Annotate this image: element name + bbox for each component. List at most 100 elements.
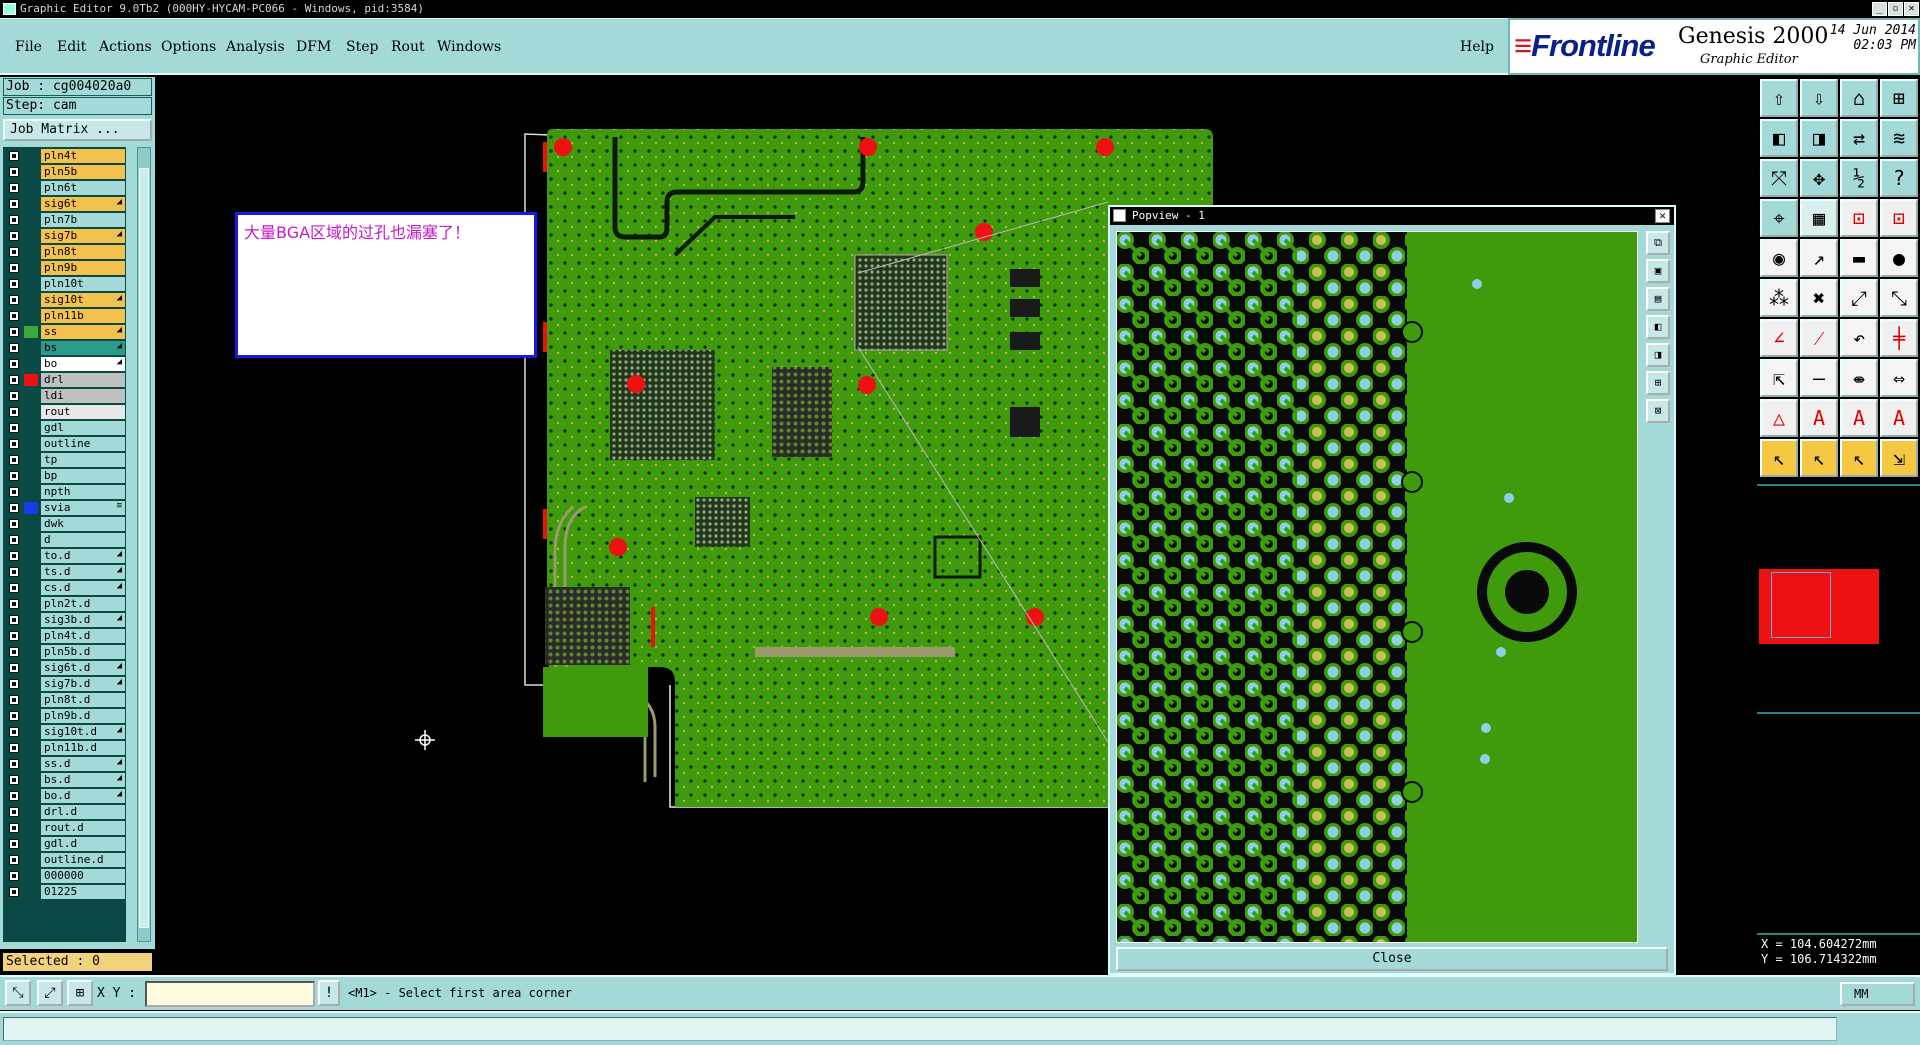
layer-row[interactable]: pln8t.d bbox=[3, 693, 126, 707]
layer-row[interactable]: to.d ◢ bbox=[3, 549, 126, 563]
undo-arc-icon[interactable]: ↶ bbox=[1840, 319, 1878, 357]
layer-row[interactable]: pln2t.d bbox=[3, 597, 126, 611]
layer-row[interactable]: sig10t.d ◢ bbox=[3, 725, 126, 739]
layer-name[interactable]: pln4t.d bbox=[41, 629, 125, 643]
layer-checkbox[interactable] bbox=[9, 439, 19, 449]
layer-name[interactable]: pln8t bbox=[41, 245, 125, 259]
layer-checkbox[interactable] bbox=[9, 359, 19, 369]
layer-name[interactable]: sig7b bbox=[41, 229, 125, 243]
layer-row[interactable]: bs ◢ bbox=[3, 341, 126, 355]
popview-tool-6[interactable]: ⊞ bbox=[1646, 371, 1670, 395]
scrollbar-thumb[interactable] bbox=[139, 168, 149, 928]
layer-checkbox[interactable] bbox=[9, 247, 19, 257]
layer-checkbox[interactable] bbox=[9, 423, 19, 433]
slash-icon[interactable]: ⁄ bbox=[1800, 319, 1838, 357]
zoom-center-icon[interactable]: ✥ bbox=[1800, 159, 1838, 197]
layer-color-swatch[interactable] bbox=[24, 726, 38, 738]
layer-color-swatch[interactable] bbox=[24, 214, 38, 226]
download-icon[interactable]: ⇩ bbox=[1800, 79, 1838, 117]
layer-name[interactable]: bs bbox=[41, 341, 125, 355]
layer-row[interactable]: pln9b bbox=[3, 261, 126, 275]
layer-checkbox[interactable] bbox=[9, 583, 19, 593]
layer-row[interactable]: pln8t bbox=[3, 245, 126, 259]
layer-row[interactable]: pln5b.d bbox=[3, 645, 126, 659]
split-icon[interactable]: ╪ bbox=[1880, 319, 1918, 357]
layer-checkbox[interactable] bbox=[9, 727, 19, 737]
layer-name[interactable]: 01225 bbox=[41, 885, 125, 899]
layer-checkbox[interactable] bbox=[9, 599, 19, 609]
layer-row[interactable]: sig7b.d ◢ bbox=[3, 677, 126, 691]
layer-color-swatch[interactable] bbox=[24, 822, 38, 834]
layer-row[interactable]: sig3b.d ◢ bbox=[3, 613, 126, 627]
layer-name[interactable]: sig10t.d bbox=[41, 725, 125, 739]
layer-checkbox[interactable] bbox=[9, 663, 19, 673]
connect-icon[interactable]: ⤢ bbox=[1840, 279, 1878, 317]
layer-color-swatch[interactable] bbox=[24, 470, 38, 482]
text-a3-icon[interactable]: A bbox=[1880, 399, 1918, 437]
maximize-button[interactable]: ▫ bbox=[1888, 2, 1903, 16]
layer-row[interactable]: cs.d ◢ bbox=[3, 581, 126, 595]
layer-checkbox[interactable] bbox=[9, 311, 19, 321]
layer-row[interactable]: ss.d ◢ bbox=[3, 757, 126, 771]
mirror-icon[interactable]: ⇄ bbox=[1840, 119, 1878, 157]
layer-name[interactable]: gdl.d bbox=[41, 837, 125, 851]
layer-row[interactable]: pln4t.d bbox=[3, 629, 126, 643]
layer-name[interactable]: cs.d bbox=[41, 581, 125, 595]
popview-tool-3[interactable]: ▤ bbox=[1646, 287, 1670, 311]
layer-list-scrollbar[interactable] bbox=[137, 147, 151, 942]
layer-row[interactable]: rout bbox=[3, 405, 126, 419]
layer-name[interactable]: bs.d bbox=[41, 773, 125, 787]
layer-row[interactable]: 01225 bbox=[3, 885, 126, 899]
layer-color-swatch[interactable] bbox=[24, 182, 38, 194]
layer-checkbox[interactable] bbox=[9, 167, 19, 177]
menu-edit[interactable]: Edit bbox=[57, 39, 86, 55]
layer-name[interactable]: dwk bbox=[41, 517, 125, 531]
layer-name[interactable]: pln9b.d bbox=[41, 709, 125, 723]
layer-checkbox[interactable] bbox=[9, 263, 19, 273]
xy-input[interactable] bbox=[145, 981, 315, 1007]
layer-row[interactable]: 000000 bbox=[3, 869, 126, 883]
layer-row[interactable]: gdl bbox=[3, 421, 126, 435]
layer-color-swatch[interactable] bbox=[24, 774, 38, 786]
popview-tool-7[interactable]: ⊠ bbox=[1646, 399, 1670, 423]
layer-color-swatch[interactable] bbox=[24, 630, 38, 642]
menu-analysis[interactable]: Analysis bbox=[226, 39, 285, 55]
layer-row[interactable]: gdl.d bbox=[3, 837, 126, 851]
popview-titlebar[interactable]: Popview - 1 ✕ bbox=[1110, 207, 1674, 225]
layer-row[interactable]: d bbox=[3, 533, 126, 547]
layer-row[interactable]: bs.d ◢ bbox=[3, 773, 126, 787]
menu-rout[interactable]: Rout bbox=[391, 39, 425, 55]
layer-row[interactable]: pln7b bbox=[3, 213, 126, 227]
select-icon[interactable]: ↖ bbox=[1760, 439, 1798, 477]
layer-name[interactable]: outline bbox=[41, 437, 125, 451]
layer-name[interactable]: gdl bbox=[41, 421, 125, 435]
layer-checkbox[interactable] bbox=[9, 871, 19, 881]
layer-color-swatch[interactable] bbox=[24, 326, 38, 338]
layer-row[interactable]: drl bbox=[3, 373, 126, 387]
layer-name[interactable]: tp bbox=[41, 453, 125, 467]
layer-name[interactable]: npth bbox=[41, 485, 125, 499]
triangle-icon[interactable]: △ bbox=[1760, 399, 1798, 437]
link-icon[interactable]: ⤡ bbox=[1880, 279, 1918, 317]
layer-name[interactable]: ts.d bbox=[41, 565, 125, 579]
zoom-right-icon[interactable]: ◨ bbox=[1800, 119, 1838, 157]
cross-icon[interactable]: ✖ bbox=[1800, 279, 1838, 317]
net-icon[interactable]: ⁂ bbox=[1760, 279, 1798, 317]
popview-image[interactable] bbox=[1116, 231, 1638, 943]
layer-name[interactable]: pln11b bbox=[41, 309, 125, 323]
layer-row[interactable]: svia ≡ bbox=[3, 501, 126, 515]
popview-tool-1[interactable]: ⧉ bbox=[1646, 231, 1670, 255]
layer-color-swatch[interactable] bbox=[24, 358, 38, 370]
layer-row[interactable]: pln4t bbox=[3, 149, 126, 163]
layer-name[interactable]: pln9b bbox=[41, 261, 125, 275]
layer-checkbox[interactable] bbox=[9, 295, 19, 305]
menu-help[interactable]: Help bbox=[1460, 39, 1494, 55]
layer-row[interactable]: ts.d ◢ bbox=[3, 565, 126, 579]
layer-row[interactable]: ldi bbox=[3, 389, 126, 403]
layer-checkbox[interactable] bbox=[9, 343, 19, 353]
layer-checkbox[interactable] bbox=[9, 391, 19, 401]
cursor-mode-icon[interactable]: ⤢ bbox=[37, 980, 63, 1006]
move-icon[interactable]: ⇱ bbox=[1760, 359, 1798, 397]
zoom-left-icon[interactable]: ◧ bbox=[1760, 119, 1798, 157]
layer-checkbox[interactable] bbox=[9, 631, 19, 641]
